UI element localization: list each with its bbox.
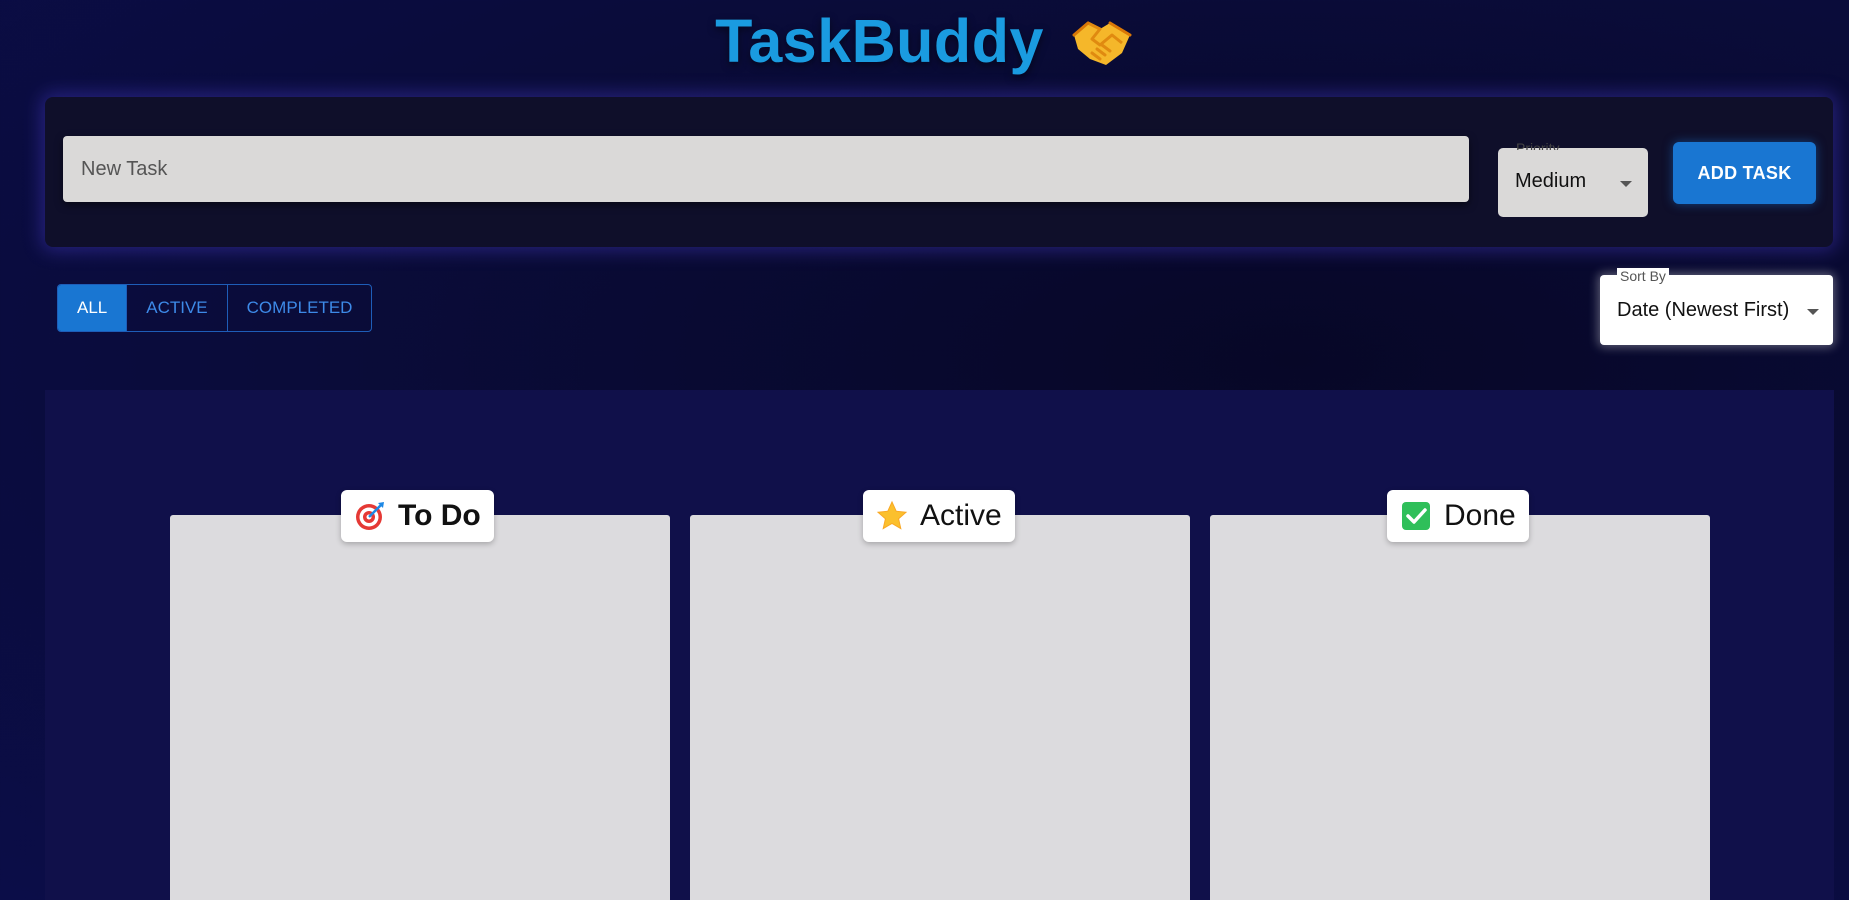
sort-by-select[interactable]: Sort By Date (Newest First) <box>1600 268 1833 345</box>
sort-by-value: Date (Newest First) <box>1617 299 1790 321</box>
column-title-todo: To Do <box>398 499 481 532</box>
priority-value: Medium <box>1515 170 1587 192</box>
filter-toggle-group: ALL ACTIVE COMPLETED <box>57 284 373 332</box>
filter-active-button[interactable]: ACTIVE <box>127 285 228 331</box>
kanban-board: To Do Active Done <box>45 390 1834 900</box>
priority-label: Priority <box>1516 140 1560 150</box>
priority-select[interactable]: Priority Medium <box>1498 140 1648 217</box>
column-done <box>1210 515 1710 900</box>
filter-all-button[interactable]: ALL <box>58 285 128 331</box>
column-title-done: Done <box>1444 499 1516 532</box>
app-header: TaskBuddy <box>0 6 1849 76</box>
task-form-panel: Priority Medium ADD TASK <box>45 97 1833 247</box>
star-icon <box>876 500 908 532</box>
target-icon <box>354 500 386 532</box>
column-header-active: Active <box>863 490 1015 542</box>
column-active <box>690 515 1190 900</box>
column-todo <box>170 515 670 900</box>
chevron-down-icon <box>1807 309 1819 315</box>
add-task-button[interactable]: ADD TASK <box>1673 142 1816 204</box>
app-title: TaskBuddy <box>715 7 1044 75</box>
column-header-todo: To Do <box>341 490 494 542</box>
chevron-down-icon <box>1620 181 1632 187</box>
check-box-icon <box>1400 500 1432 532</box>
column-title-active: Active <box>920 499 1002 532</box>
filter-completed-button[interactable]: COMPLETED <box>228 285 372 331</box>
handshake-icon <box>1070 9 1134 73</box>
new-task-input[interactable] <box>63 136 1469 202</box>
column-header-done: Done <box>1387 490 1529 542</box>
sort-by-label: Sort By <box>1617 268 1669 284</box>
